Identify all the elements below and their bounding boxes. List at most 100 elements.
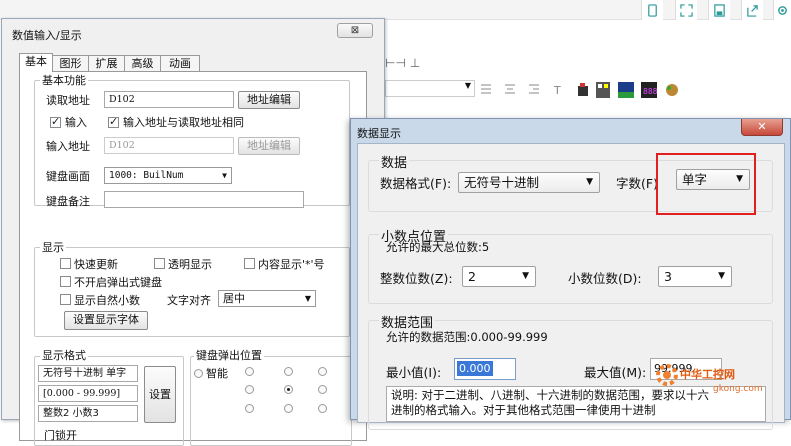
- same-address-checkbox[interactable]: [108, 115, 119, 128]
- watermark-url: gkong.com: [713, 384, 763, 394]
- int-digits-value: 2: [468, 269, 476, 284]
- transparent-checkbox[interactable]: [154, 258, 165, 269]
- keyboard-screen-select[interactable]: 1000: BuilNum ▼: [104, 167, 232, 184]
- save-icon[interactable]: [708, 0, 730, 20]
- read-address-field[interactable]: D102: [104, 91, 234, 108]
- smart-radio[interactable]: [194, 369, 203, 378]
- dec-digits-label: 小数位数(D):: [568, 271, 642, 286]
- transparent-label: 透明显示: [168, 258, 212, 271]
- group-label-format: 显示格式: [40, 349, 88, 362]
- note-box: 说明: 对于二进制、八进制、十六进制的数据范围，要求以十六 进制的格式输入。对于…: [386, 386, 766, 422]
- position-radio[interactable]: [318, 367, 327, 376]
- no-popup-keyboard-checkbox[interactable]: [60, 276, 71, 287]
- words-label: 字数(F): [616, 176, 658, 191]
- bottom-group-label: 门锁开: [44, 429, 77, 442]
- min-value-text: 0.000: [457, 361, 493, 376]
- format-line-digits: 整数2 小数3: [38, 405, 138, 422]
- no-popup-keyboard-label: 不开启弹出式键盘: [74, 276, 162, 289]
- close-button[interactable]: ✕: [741, 119, 783, 136]
- chevron-down-icon: ▼: [522, 271, 529, 281]
- input-checkbox[interactable]: [50, 115, 61, 128]
- data-format-value: 无符号十进制: [464, 175, 540, 190]
- input-address-edit-button[interactable]: 地址编辑: [238, 137, 300, 155]
- chevron-down-icon: ▼: [222, 171, 227, 180]
- section-label-range: 数据范围: [379, 312, 436, 331]
- editor-font-combo[interactable]: ▼: [385, 80, 475, 97]
- input-checkbox-label: 输入: [65, 116, 87, 129]
- position-radio[interactable]: [318, 404, 327, 413]
- align-icons: ⊢⊣ ⊥: [385, 56, 421, 70]
- dec-digits-value: 3: [664, 269, 672, 284]
- section-label-data: 数据: [379, 152, 410, 171]
- tab-graphics[interactable]: 图形: [52, 55, 89, 72]
- natural-decimal-label: 显示自然小数: [74, 294, 140, 307]
- input-address-label: 输入地址: [46, 140, 90, 153]
- min-value-label: 最小值(I):: [386, 365, 442, 380]
- numeric-input-dialog: 数值输入/显示 ⊠ 基本 图形 扩展 高级 动画 基本功能 读取地址 D102 …: [1, 18, 385, 446]
- input-address-field[interactable]: D102: [104, 137, 234, 154]
- position-radio[interactable]: [245, 367, 254, 376]
- note-line: 说明: 对于二进制、八进制、十六进制的数据范围，要求以十六: [391, 388, 710, 402]
- quick-update-label: 快速更新: [74, 258, 118, 271]
- content-asterisk-label: 内容显示'*'号: [258, 258, 325, 271]
- text-align-select[interactable]: 居中 ▼: [218, 290, 316, 307]
- quick-update-checkbox[interactable]: [60, 258, 71, 269]
- tool-icons: 888: [578, 82, 678, 98]
- display-font-button[interactable]: 设置显示字体: [64, 311, 148, 330]
- highlight-box: [656, 153, 756, 215]
- keyboard-note-field[interactable]: [104, 191, 304, 208]
- smart-radio-label: 智能: [206, 367, 228, 380]
- watermark-text: 中华工控网: [680, 368, 735, 381]
- data-format-select[interactable]: 无符号十进制 ▼: [458, 172, 600, 193]
- gear-logo-icon: [656, 364, 678, 386]
- format-line-type: 无符号十进制 单字: [38, 365, 138, 382]
- max-value-label: 最大值(M):: [584, 365, 647, 380]
- address-edit-button[interactable]: 地址编辑: [238, 91, 300, 109]
- int-digits-select[interactable]: 2 ▼: [462, 266, 536, 287]
- read-address-label: 读取地址: [46, 94, 90, 107]
- phone-icon[interactable]: [641, 0, 663, 20]
- chevron-down-icon: ▼: [304, 294, 311, 303]
- share-icon[interactable]: [741, 0, 763, 20]
- position-radio[interactable]: [284, 404, 293, 413]
- tab-extend[interactable]: 扩展: [88, 55, 125, 72]
- top-toolbar: [0, 0, 791, 20]
- position-radio[interactable]: [318, 385, 327, 394]
- keyboard-screen-value: 1000: BuilNum: [109, 170, 184, 181]
- text-align-value: 居中: [223, 292, 245, 305]
- group-label-basic: 基本功能: [40, 74, 88, 87]
- dec-digits-select[interactable]: 3 ▼: [658, 266, 732, 287]
- format-settings-button[interactable]: 设置: [144, 366, 176, 423]
- position-radio[interactable]: [245, 404, 254, 413]
- max-digits-text: 允许的最大总位数:5: [386, 240, 490, 254]
- position-radio-selected[interactable]: [284, 385, 293, 394]
- dialog-title: 数据显示: [357, 127, 401, 140]
- chevron-down-icon: ▼: [586, 177, 593, 187]
- keyboard-screen-label: 键盘画面: [46, 170, 90, 183]
- tab-advanced[interactable]: 高级: [124, 55, 161, 72]
- format-line-range: [0.000 - 99.999]: [38, 385, 138, 402]
- int-digits-label: 整数位数(Z):: [380, 271, 453, 286]
- close-button[interactable]: ⊠: [337, 23, 373, 38]
- settings-icon[interactable]: [773, 0, 791, 20]
- position-radio[interactable]: [284, 367, 293, 376]
- svg-text:T: T: [553, 84, 561, 97]
- group-label-display: 显示: [40, 241, 66, 254]
- content-asterisk-checkbox[interactable]: [244, 258, 255, 269]
- text-align-label: 文字对齐: [167, 294, 211, 307]
- format-label: 数据格式(F):: [380, 176, 452, 191]
- svg-text:888: 888: [643, 87, 658, 96]
- tab-basic[interactable]: 基本: [19, 53, 53, 72]
- dialog-title: 数值输入/显示: [12, 29, 82, 42]
- natural-decimal-checkbox[interactable]: [60, 294, 71, 305]
- allowed-range-text: 允许的数据范围:0.000-99.999: [386, 330, 548, 344]
- tab-animation[interactable]: 动画: [160, 55, 200, 72]
- same-address-label: 输入地址与读取地址相同: [123, 116, 244, 129]
- tab-panel-basic: 基本功能 读取地址 D102 地址编辑 输入 输入地址与读取地址相同 输入地址 …: [19, 71, 367, 446]
- note-line: 进制的格式输入。对于其他格式范围一律使用十进制: [391, 403, 656, 417]
- expand-icon[interactable]: [675, 0, 697, 20]
- min-value-field[interactable]: 0.000: [454, 358, 516, 380]
- position-radio[interactable]: [245, 385, 254, 394]
- keyboard-note-label: 键盘备注: [46, 195, 90, 208]
- group-label-popup: 键盘弹出位置: [194, 349, 264, 362]
